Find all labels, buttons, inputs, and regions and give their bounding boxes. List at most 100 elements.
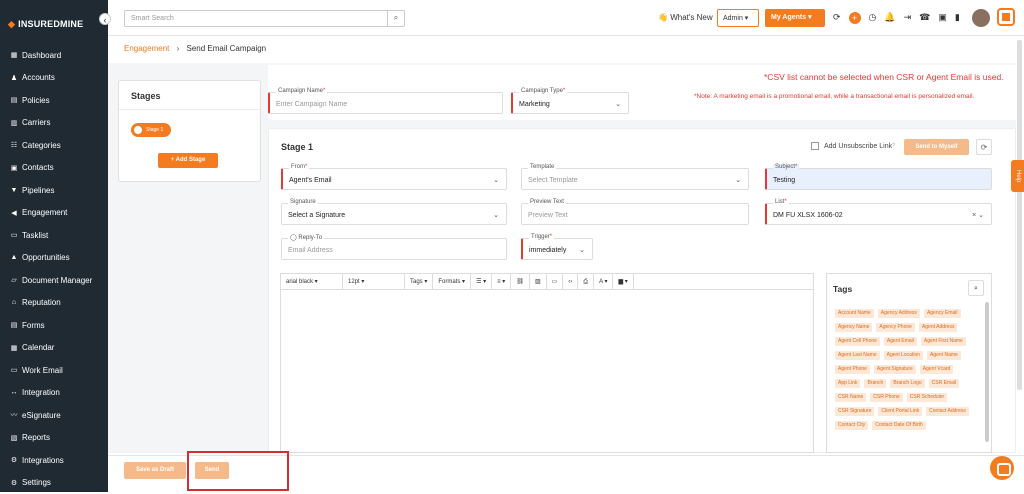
refresh-icon[interactable]: ⟳ [833,12,841,24]
link-icon[interactable]: ⛓ [511,274,530,290]
sidebar-item-forms[interactable]: ▤Forms [0,314,108,337]
my-agents-button[interactable]: My Agents ▾ [765,9,825,27]
tag-chip[interactable]: Agency Name [835,323,872,332]
sidebar-item-engagement[interactable]: ◀Engagement [0,202,108,225]
search-icon[interactable]: ⌕ [968,280,984,296]
tag-chip[interactable]: Agent Signature [874,365,916,374]
apps-icon[interactable] [997,8,1015,26]
print-icon[interactable]: ⎙ [578,274,594,290]
clock-icon[interactable]: ◷ [869,12,877,24]
email-body-editor[interactable]: arial black ▾ 12pt ▾ Tags ▾ Formats ▾ ☰ … [280,273,814,453]
sidebar-item-categories[interactable]: ☷Categories [0,134,108,157]
bell-icon[interactable]: 🔔 [884,12,895,24]
phone-icon[interactable]: ☎ [919,12,930,24]
sidebar-item-contacts[interactable]: ▣Contacts [0,157,108,180]
sidebar-item-tasklist[interactable]: ▭Tasklist [0,224,108,247]
sidebar-item-integrations[interactable]: ⚙Integrations [0,449,108,472]
plus-icon[interactable]: + [849,12,861,24]
tag-chip[interactable]: Agency Address [878,309,920,318]
preview-text-field[interactable]: Preview Text Preview Text [521,203,749,225]
tag-chip[interactable]: Agency Phone [876,323,915,332]
sidebar-item-policies[interactable]: ▤Policies [0,89,108,112]
trigger-select[interactable]: Trigger* immediately ⌄ [521,238,593,260]
media-icon[interactable]: ▭ [547,274,564,290]
formats-menu[interactable]: Formats ▾ [433,274,471,290]
tag-chip[interactable]: CSR Name [835,393,866,402]
tags-menu[interactable]: Tags ▾ [405,274,433,290]
avatar[interactable] [972,9,990,27]
reply-to-field[interactable]: ◯ Reply-To Email Address [281,238,507,260]
bullet-list-icon[interactable]: ☰ ▾ [471,274,492,290]
sidebar-item-carriers[interactable]: ▥Carriers [0,112,108,135]
unsubscribe-checkbox[interactable]: Add Unsubscribe Link? [811,142,895,150]
tag-chip[interactable]: Branch Logo [890,379,924,388]
sidebar-item-dashboard[interactable]: ▦Dashboard [0,44,108,67]
stage-pill[interactable]: Stage 1 [131,123,171,137]
tag-chip[interactable]: Contact Date Of Birth [872,421,926,430]
whats-new-link[interactable]: 👋 What's New [658,13,713,22]
tag-chip[interactable]: Agent Last Name [835,351,880,360]
sidebar-item-document-manager[interactable]: ▱Document Manager [0,269,108,292]
tag-chip[interactable]: Client Portal Link [878,407,922,416]
breadcrumb-engagement[interactable]: Engagement [124,44,169,53]
template-select[interactable]: Template Select Template ⌄ [521,168,749,190]
tag-chip[interactable]: Contact Address [926,407,969,416]
tag-chip[interactable]: Agent Location [884,351,923,360]
tag-chip[interactable]: Agent Cell Phone [835,337,880,346]
campaign-type-select[interactable]: Campaign Type* Marketing ⌄ [511,92,629,114]
logout-icon[interactable]: ⇥ [904,12,912,24]
add-stage-button[interactable]: + Add Stage [158,153,218,168]
tag-chip[interactable]: App Link [835,379,860,388]
search-icon[interactable]: ⌕ [387,10,404,27]
sidebar-item-opportunities[interactable]: ▲Opportunities [0,247,108,270]
tag-chip[interactable]: CSR Email [929,379,959,388]
numbered-list-icon[interactable]: ≡ ▾ [492,274,511,290]
sidebar-item-calendar[interactable]: ▦Calendar [0,337,108,360]
campaign-name-field[interactable]: Campaign Name* Enter Campaign Name [268,92,503,114]
page-scrollbar[interactable] [1017,40,1022,390]
collapse-sidebar-icon[interactable]: ‹ [99,13,111,25]
tag-chip[interactable]: Branch [864,379,886,388]
app-logo[interactable]: ◆INSUREDMINE [8,19,83,30]
checkbox-icon[interactable] [811,142,819,150]
sidebar-item-esignature[interactable]: 〰eSignature [0,404,108,427]
sidebar-item-accounts[interactable]: ♟Accounts [0,67,108,90]
clear-chevron-icon[interactable]: × ⌄ [972,211,984,219]
signature-select[interactable]: Signature Select a Signature ⌄ [281,203,507,225]
chat-icon[interactable] [990,456,1014,480]
help-tab[interactable]: Help [1011,160,1024,192]
admin-select[interactable]: Admin ▾ [717,9,759,27]
text-color-icon[interactable]: A ▾ [594,274,613,290]
sidebar-item-pipelines[interactable]: ▼Pipelines [0,179,108,202]
font-size-select[interactable]: 12pt ▾ [343,274,405,290]
code-icon[interactable]: ‹› [563,274,578,290]
image-icon[interactable]: ▨ [530,274,547,290]
font-family-select[interactable]: arial black ▾ [281,274,343,290]
search-input[interactable]: Smart Search ⌕ [124,10,405,27]
send-to-myself-button[interactable]: Send to Myself [904,139,969,155]
tag-chip[interactable]: Agency Email [924,309,961,318]
tag-chip[interactable]: Agent Address [919,323,958,332]
list-select[interactable]: List* DM FU XLSX 1606-02 × ⌄ [765,203,992,225]
tags-scrollbar[interactable] [985,302,989,442]
subject-field[interactable]: Subject* Testing [765,168,992,190]
tag-chip[interactable]: Account Name [835,309,874,318]
sidebar-item-integration[interactable]: ↔Integration [0,382,108,405]
device-icon[interactable]: ▮ [955,12,960,24]
sidebar-item-settings[interactable]: ⚙Settings [0,472,108,494]
chip-icon[interactable]: ▣ [938,12,947,24]
tag-chip[interactable]: Agent Vcard [920,365,954,374]
sidebar-item-reports[interactable]: ▧Reports [0,427,108,450]
tag-chip[interactable]: Contact City [835,421,868,430]
tag-chip[interactable]: CSR Phone [870,393,902,402]
tag-chip[interactable]: Agent Phone [835,365,870,374]
save-draft-button[interactable]: Save as Draft [124,462,186,479]
sidebar-item-reputation[interactable]: ⌂Reputation [0,292,108,315]
from-select[interactable]: From* Agent's Email ⌄ [281,168,507,190]
refresh-icon[interactable]: ⟳ [976,139,992,155]
background-color-icon[interactable]: ▆ ▾ [613,274,633,290]
sidebar-item-work-email[interactable]: ▭Work Email [0,359,108,382]
tag-chip[interactable]: Agent Name [927,351,961,360]
tag-chip[interactable]: Agent First Name [921,337,966,346]
tag-chip[interactable]: Agent Email [884,337,917,346]
